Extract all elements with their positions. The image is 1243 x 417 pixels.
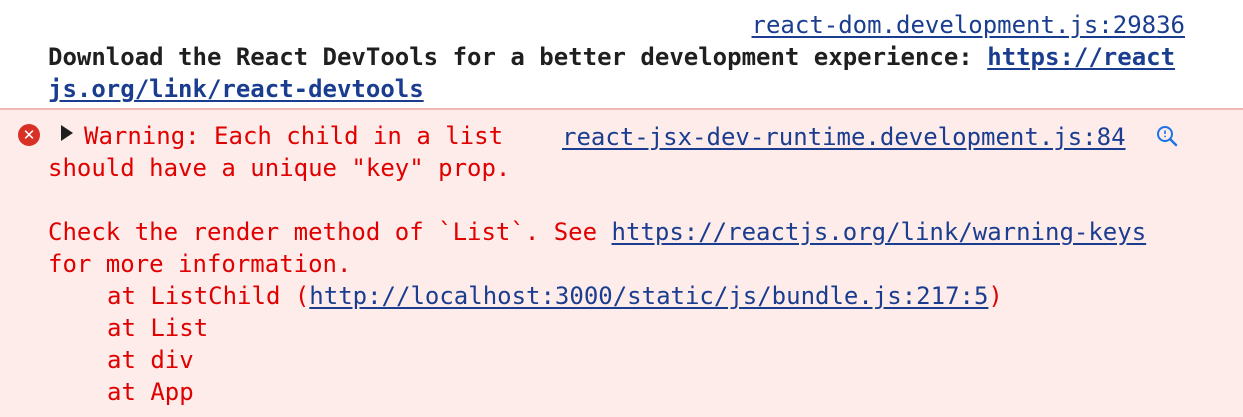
- stack-frame-text: at div: [107, 346, 194, 374]
- stack-frame-text: at List: [107, 314, 209, 342]
- console-error-message: ✕ Warning: Each child in a list should h…: [0, 110, 1243, 417]
- devtools-link-part1[interactable]: https://react: [987, 43, 1175, 71]
- stack-frame-text: at ListChild (: [107, 282, 310, 310]
- devtools-link-part2[interactable]: js.org/link/react-devtools: [48, 75, 424, 103]
- console-info-message: react-dom.development.js:29836 Download …: [0, 0, 1243, 108]
- error-heading-line2: should have a unique "key" prop.: [48, 154, 511, 182]
- stack-frame: at ListChild (http://localhost:3000/stat…: [48, 280, 1228, 312]
- info-message-text: Download the React DevTools for a better…: [48, 41, 1208, 105]
- stack-frame-text: at App: [107, 378, 194, 406]
- error-source: react-jsx-dev-runtime.development.js:84: [562, 121, 1126, 153]
- error-body-text: Check the render method of `List`. See: [48, 218, 612, 246]
- stack-frame-suffix: ): [988, 282, 1003, 310]
- search-icon[interactable]: [1154, 124, 1180, 150]
- warning-keys-link[interactable]: https://reactjs.org/link/warning-keys: [612, 218, 1147, 246]
- error-x-icon: ✕: [18, 124, 40, 146]
- error-heading-line1: Warning: Each child in a list: [84, 122, 504, 150]
- stack-frame-link[interactable]: http://localhost:3000/static/js/bundle.j…: [309, 282, 988, 310]
- error-body: Check the render method of `List`. See h…: [48, 216, 1228, 408]
- error-heading: Warning: Each child in a list should hav…: [48, 120, 548, 184]
- stack-frame: at App: [48, 376, 1228, 408]
- error-source-link[interactable]: react-jsx-dev-runtime.development.js:84: [562, 123, 1126, 151]
- stack-frame: at List: [48, 312, 1228, 344]
- info-text-label: Download the React DevTools for a better…: [48, 43, 988, 71]
- info-source-link[interactable]: react-dom.development.js:29836: [752, 9, 1185, 41]
- stack-frame: at div: [48, 344, 1228, 376]
- error-body-line2: for more information.: [48, 250, 352, 278]
